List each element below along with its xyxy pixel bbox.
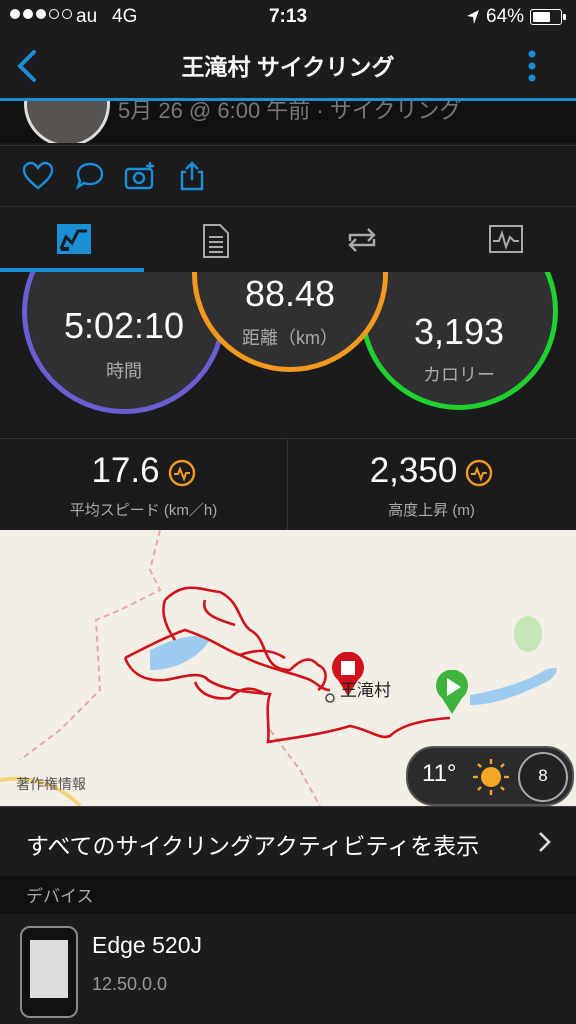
tab-stats[interactable] [0, 207, 144, 273]
battery-percent: 64% [486, 6, 525, 27]
details-tab-icon [203, 224, 229, 258]
chevron-right-icon [539, 832, 551, 852]
start-marker-icon[interactable] [434, 670, 470, 716]
chart-tab-icon [489, 225, 523, 253]
all-activities-label: すべてのサイクリングアクティビティを表示 [26, 833, 480, 859]
distance-label: 距離（km） [242, 328, 338, 348]
add-photo-icon[interactable] [124, 160, 156, 192]
comment-icon[interactable] [74, 160, 106, 192]
stats-rings: 5:02:10 時間 3,193 カロリー 88.48 距離（km） [0, 272, 576, 438]
ascent-stat: 2,350 高度上昇 (m) [288, 439, 575, 531]
action-row [0, 145, 576, 206]
time-value: 5:02:10 [63, 305, 185, 346]
place-label: 王滝村 [340, 681, 391, 700]
all-activities-row[interactable]: すべてのサイクリングアクティビティを表示 [0, 806, 576, 877]
copyright-link[interactable]: 著作権情報 [16, 774, 86, 794]
device-section-label: デバイス [26, 887, 94, 906]
tab-details[interactable] [144, 207, 288, 273]
share-icon[interactable] [176, 160, 208, 192]
page-title: 王滝村 サイクリング [181, 54, 395, 80]
location-arrow-icon [467, 10, 479, 24]
stats-tab-icon [57, 224, 91, 254]
avg-speed-label: 平均スピード (km／h) [69, 502, 218, 519]
activity-subtitle: 5月 26 @ 6:00 午前 · サイクリング [118, 101, 462, 123]
ascent-label: 高度上昇 (m) [388, 502, 475, 519]
laps-tab-icon [348, 228, 376, 252]
ascent-value: 2,350 [369, 451, 458, 490]
weather-badge: 11° 8 [406, 746, 574, 806]
distance-ring: 88.48 距離（km） [192, 272, 388, 372]
status-bar: au 4G 7:13 64% [0, 0, 576, 34]
calories-value: 3,193 [413, 311, 505, 352]
battery-icon [530, 9, 566, 25]
device-name: Edge 520J [92, 932, 202, 958]
device-row[interactable]: Edge 520J 12.50.0.0 [0, 914, 576, 1024]
tab-laps[interactable] [288, 207, 432, 273]
wind-indicator: 8 [518, 752, 568, 802]
temperature: 11° [422, 760, 457, 787]
secondary-stats: 17.6 平均スピード (km／h) 2,350 高度上昇 (m) [0, 438, 576, 531]
elevation-chart-icon[interactable] [465, 459, 493, 487]
heart-icon[interactable] [22, 160, 54, 192]
menu-icon[interactable] [520, 46, 544, 86]
time-label: 時間 [106, 361, 142, 381]
sun-icon [473, 759, 509, 795]
device-version: 12.50.0.0 [92, 974, 168, 994]
activity-header: 5月 26 @ 6:00 午前 · サイクリング [0, 101, 576, 143]
route-map[interactable]: 王滝村 著作権情報 11° 8 [0, 530, 576, 806]
calories-ring: 3,193 カロリー [360, 272, 558, 410]
tab-bar [0, 206, 576, 273]
calories-label: カロリー [423, 365, 495, 385]
device-section-header: デバイス [0, 876, 576, 914]
tab-chart[interactable] [432, 207, 576, 273]
avatar [24, 101, 110, 143]
navigation-bar: 王滝村 サイクリング [0, 34, 576, 98]
avg-speed-stat: 17.6 平均スピード (km／h) [0, 439, 288, 531]
wind-value: 8 [538, 766, 548, 785]
device-image [20, 926, 78, 1018]
avg-speed-value: 17.6 [91, 451, 160, 490]
distance-value: 88.48 [244, 273, 336, 314]
speed-chart-icon[interactable] [168, 459, 196, 487]
